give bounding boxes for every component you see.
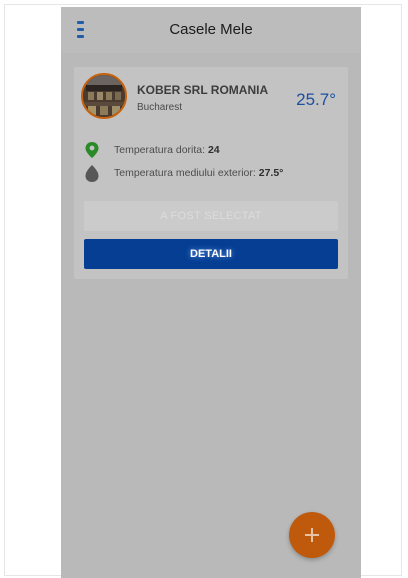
details-button-label: DETALII (190, 248, 232, 260)
home-name: KOBER SRL ROMANIA (137, 83, 269, 97)
home-photo-avatar (81, 73, 127, 119)
desired-temperature-label: Temperatura dorita: (114, 144, 206, 156)
details-button[interactable]: DETALII (84, 239, 338, 269)
selected-button[interactable]: A FOST SELECTAT (84, 201, 338, 231)
home-card: KOBER SRL ROMANIA Bucharest 25.7° Temper… (74, 67, 348, 279)
app-screen: Casele Mele KOBER SRL ROMANIA Bucharest … (61, 7, 361, 578)
add-home-button[interactable] (289, 512, 335, 558)
outside-temperature-value: 27.5° (258, 167, 284, 179)
outside-temperature-label: Temperatura mediului exterior: (114, 167, 256, 179)
app-bar: Casele Mele (61, 7, 361, 53)
location-pin-icon (84, 141, 100, 159)
desired-temperature-value: 24 (207, 144, 220, 156)
leaf-icon (84, 164, 100, 182)
page-frame: Casele Mele KOBER SRL ROMANIA Bucharest … (0, 0, 408, 578)
page-title: Casele Mele (169, 21, 253, 38)
home-city: Bucharest (137, 102, 183, 113)
current-temperature: 25.7° (296, 90, 336, 109)
